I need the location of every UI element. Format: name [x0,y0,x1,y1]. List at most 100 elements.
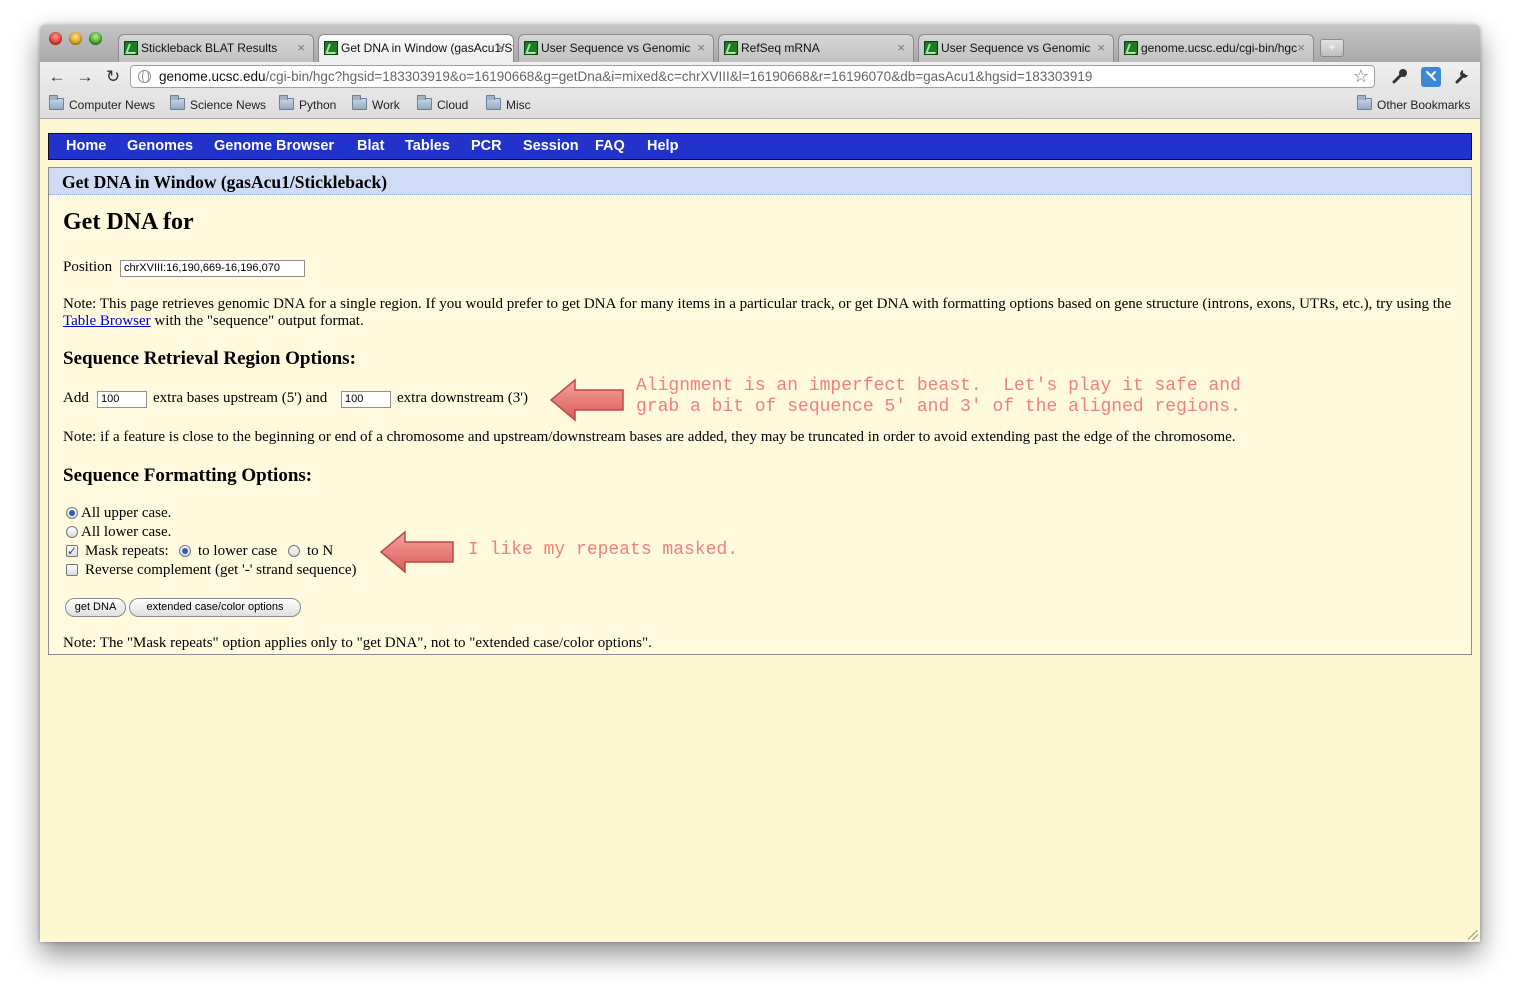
annotation-alignment-line2: grab a bit of sequence 5' and 3' of the … [636,397,1241,417]
tab-close-icon[interactable]: × [697,35,705,61]
annotation-arrow-left-icon [379,530,454,574]
folder-icon [279,95,294,110]
extension-icon[interactable] [1421,67,1441,87]
ucsc-favicon-icon [924,41,938,55]
position-input[interactable]: chrXVIII:16,190,669-16,196,070 [120,260,305,277]
extended-case-color-options-button[interactable]: extended case/color options [129,598,301,617]
nav-help[interactable]: Help [647,134,678,159]
folder-icon [486,95,501,110]
all-lower-case-radio[interactable] [66,526,78,538]
bookmark-label: Other Bookmarks [1377,98,1471,112]
folder-icon [1357,95,1372,110]
forward-arrow-icon[interactable]: → [74,66,96,88]
tab-refseq-mrna[interactable]: RefSeq mRNA × [718,34,914,62]
bookmark-folder-python[interactable]: Python [279,95,336,113]
page-content: Home Genomes Genome Browser Blat Tables … [40,119,1480,942]
tab-label: User Sequence vs Genomic [941,41,1091,55]
developer-tools-icon[interactable] [1390,67,1410,87]
page-heading: Get DNA for [63,209,194,235]
nav-genomes[interactable]: Genomes [127,134,193,159]
ucsc-favicon-icon [524,41,538,55]
mask-to-n-label: to N [307,543,334,559]
bookmark-folder-computer-news[interactable]: Computer News [49,95,156,113]
browser-window: Stickleback BLAT Results × Get DNA in Wi… [40,25,1480,942]
upstream-bases-input[interactable]: 100 [97,391,147,408]
note-mask-repeats: Note: The "Mask repeats" option applies … [63,635,652,651]
nav-home[interactable]: Home [66,134,106,159]
tab-close-icon[interactable]: × [1297,35,1305,61]
nav-blat[interactable]: Blat [357,134,384,159]
bookmarks-bar: Computer News Science News Python Work C… [40,92,1480,119]
globe-icon [138,70,151,83]
mask-to-lower-case-label: to lower case [198,543,278,559]
tab-close-icon[interactable]: × [497,35,505,61]
panel-header: Get DNA in Window (gasAcu1/Stickleback) [49,168,1471,195]
browser-toolbar: ← → ↻ genome.ucsc.edu/cgi-bin/hgc?hgsid=… [40,62,1480,92]
annotation-repeats-masked: I like my repeats masked. [468,540,739,560]
new-tab-button[interactable]: + [1320,39,1344,57]
reverse-complement-checkbox[interactable] [66,564,78,576]
ucsc-favicon-icon [124,41,138,55]
nav-pcr[interactable]: PCR [471,134,502,159]
add-label: Add [63,390,89,406]
tab-close-icon[interactable]: × [297,35,305,61]
nav-session[interactable]: Session [523,134,579,159]
bookmark-folder-cloud[interactable]: Cloud [417,95,469,113]
address-bar[interactable]: genome.ucsc.edu/cgi-bin/hgc?hgsid=183303… [130,65,1375,88]
folder-icon [352,95,367,110]
downstream-bases-input[interactable]: 100 [341,391,391,408]
tab-label: Get DNA in Window (gasAcu1/Stickleback) [341,41,513,55]
tab-label: User Sequence vs Genomic [541,41,691,55]
bookmark-label: Work [372,98,400,112]
tab-user-sequence-vs-genomic-2[interactable]: User Sequence vs Genomic × [918,34,1114,62]
annotation-alignment-line1: Alignment is an imperfect beast. Let's p… [636,376,1241,396]
all-upper-case-radio[interactable] [66,507,78,519]
mask-to-lower-case-radio[interactable] [179,545,191,557]
annotation-arrow-left-icon [549,378,624,422]
close-window-button[interactable] [49,32,62,45]
all-lower-case-label: All lower case. [81,524,172,540]
bookmark-label: Science News [190,98,267,112]
minimize-window-button[interactable] [69,32,82,45]
tab-label: Stickleback BLAT Results [141,41,278,55]
folder-icon [49,95,64,110]
tab-get-dna-in-window[interactable]: Get DNA in Window (gasAcu1/Stickleback) … [318,34,514,62]
table-browser-link[interactable]: Table Browser [63,313,151,329]
panel-title: Get DNA in Window (gasAcu1/Stickleback) [62,172,388,192]
window-resize-handle[interactable] [1468,930,1478,940]
tab-genome-ucsc-hgc[interactable]: genome.ucsc.edu/cgi-bin/hgc × [1118,34,1314,62]
bookmark-label: Computer News [69,98,156,112]
get-dna-panel: Get DNA in Window (gasAcu1/Stickleback) … [48,167,1472,655]
tab-user-sequence-vs-genomic[interactable]: User Sequence vs Genomic × [518,34,714,62]
bookmark-folder-other-bookmarks[interactable]: Other Bookmarks [1357,95,1471,113]
get-dna-button[interactable]: get DNA [65,598,126,617]
wrench-menu-icon[interactable] [1452,67,1472,87]
zoom-window-button[interactable] [89,32,102,45]
tab-stickleback-blat-results[interactable]: Stickleback BLAT Results × [118,34,314,62]
url-path: /cgi-bin/hgc?hgsid=183303919&o=16190668&… [265,69,1093,84]
bookmark-folder-work[interactable]: Work [352,95,400,113]
bookmark-folder-misc[interactable]: Misc [486,95,531,113]
back-arrow-icon[interactable]: ← [46,66,68,88]
bookmark-folder-science-news[interactable]: Science News [170,95,267,113]
tab-close-icon[interactable]: × [897,35,905,61]
tab-label: genome.ucsc.edu/cgi-bin/hgc [1141,41,1298,55]
nav-faq[interactable]: FAQ [595,134,625,159]
bookmark-label: Misc [506,98,531,112]
bookmark-star-icon[interactable]: ☆ [1353,66,1369,87]
bookmark-label: Cloud [437,98,469,112]
note-text-suffix: with the "sequence" output format. [150,313,364,329]
mask-repeats-checkbox[interactable]: ✓ [66,545,78,557]
all-upper-case-label: All upper case. [81,505,172,521]
ucsc-favicon-icon [324,41,338,55]
reload-icon[interactable]: ↻ [102,66,124,88]
formatting-options-heading: Sequence Formatting Options: [63,465,313,486]
nav-genome-browser[interactable]: Genome Browser [214,134,334,159]
note-table-browser: Note: This page retrieves genomic DNA fo… [63,296,1471,330]
tab-close-icon[interactable]: × [1097,35,1105,61]
ucsc-nav-bar: Home Genomes Genome Browser Blat Tables … [48,133,1472,160]
mask-to-n-radio[interactable] [288,545,300,557]
nav-tables[interactable]: Tables [405,134,450,159]
downstream-label: extra downstream (3') [397,390,528,406]
mask-repeats-label: Mask repeats: [85,543,169,559]
